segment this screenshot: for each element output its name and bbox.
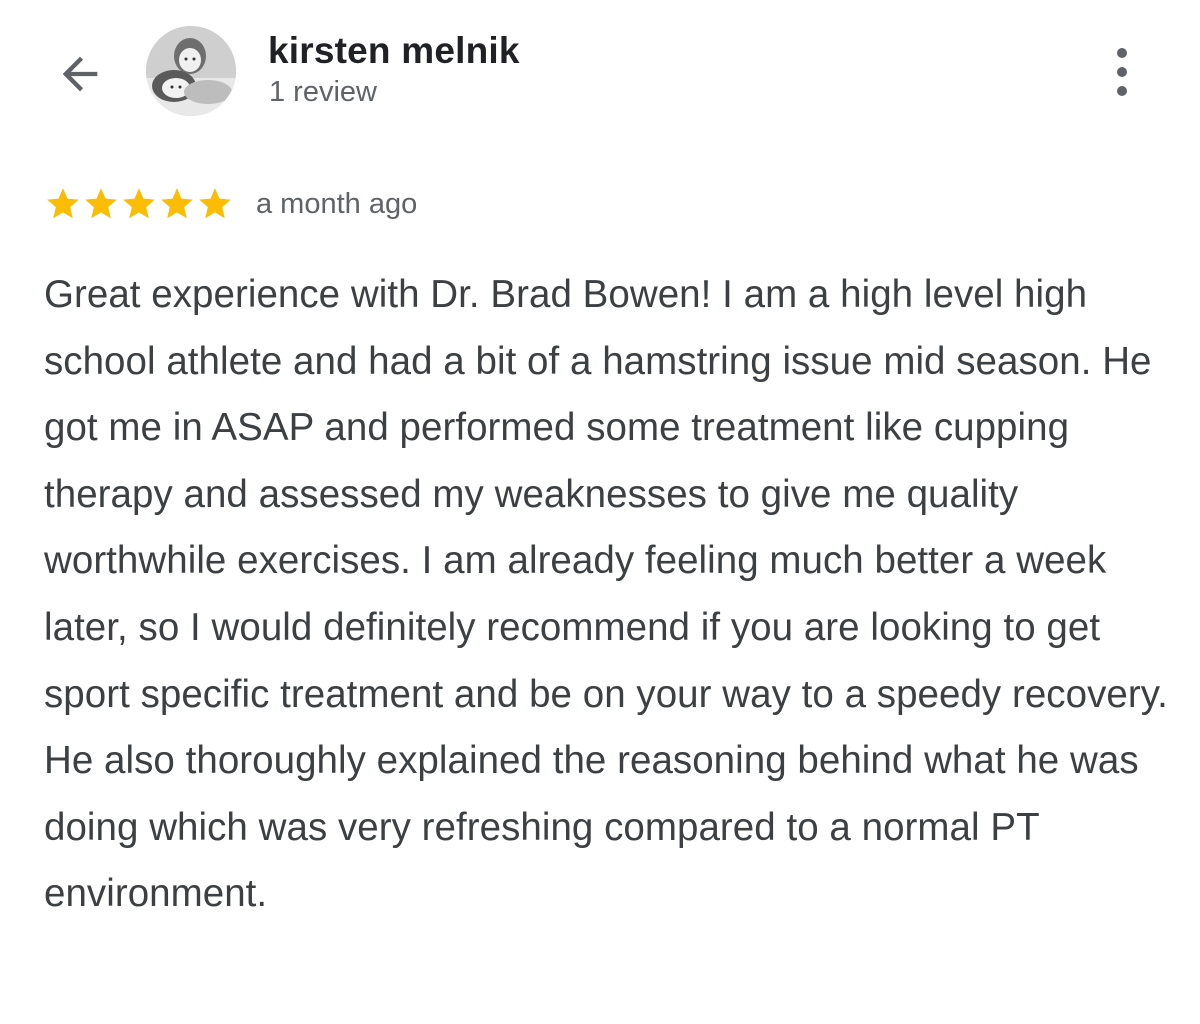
arrow-back-icon [62,56,98,92]
review-count: 1 review [269,76,377,108]
avatar[interactable] [146,26,236,116]
star-rating [44,185,234,223]
review-date: a month ago [256,187,418,220]
rating-row: a month ago [44,182,417,226]
back-button[interactable] [50,44,110,104]
star-icon [199,188,231,219]
star-icon [161,188,193,219]
more-options-button[interactable] [1100,40,1144,104]
more-vertical-icon-dot [1117,86,1127,96]
more-vertical-icon-dot [1117,67,1127,77]
star-icon [47,188,79,219]
star-icon [123,188,155,219]
more-vertical-icon [1117,48,1127,58]
review-body: Great experience with Dr. Brad Bowen! I … [44,273,1168,916]
profile-photo [146,26,236,116]
star-icon [85,188,117,219]
reviewer-name[interactable]: kirsten melnik [268,30,520,72]
review-header: kirsten melnik 1 review [0,0,1200,140]
